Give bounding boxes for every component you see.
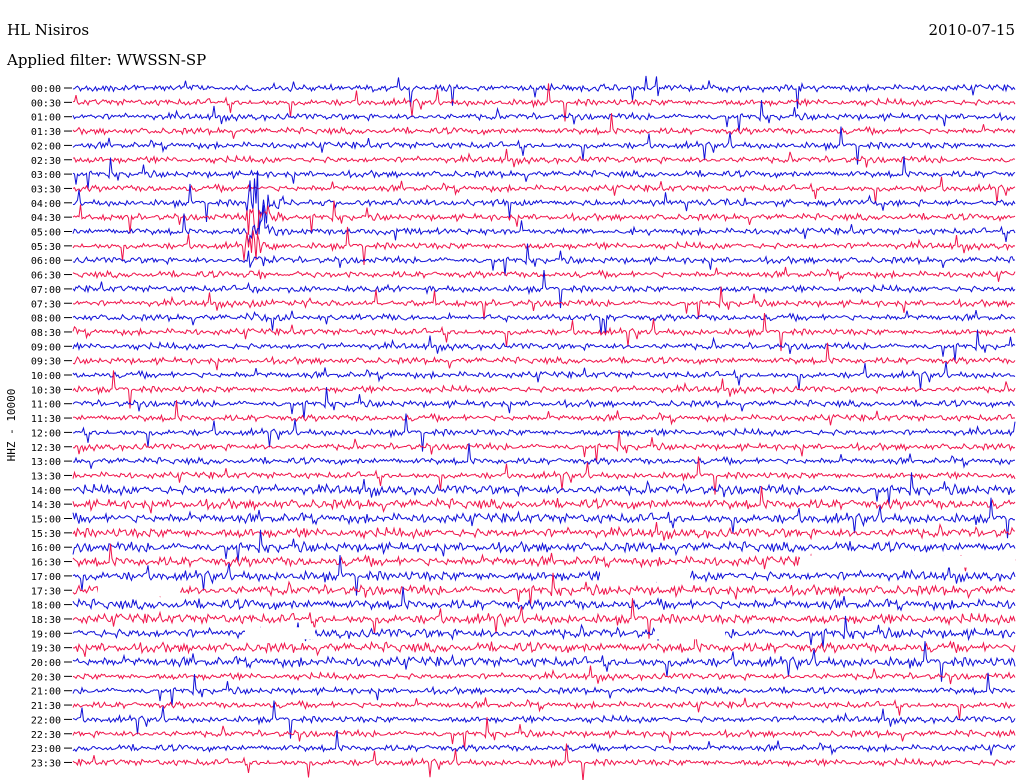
trace-row bbox=[72, 286, 1016, 320]
tick-label: 08:30 bbox=[31, 328, 61, 339]
tick-label: 14:00 bbox=[31, 486, 61, 497]
tick-label: 18:30 bbox=[31, 615, 61, 626]
trace-row bbox=[72, 615, 1016, 649]
tick-label: 16:00 bbox=[31, 543, 61, 554]
tick-label: 11:30 bbox=[31, 414, 61, 425]
tick-label: 00:00 bbox=[31, 84, 61, 95]
tick-label: 06:00 bbox=[31, 256, 61, 267]
trace-row bbox=[72, 342, 1016, 371]
tick-label: 23:00 bbox=[31, 744, 61, 755]
tick-label: 22:30 bbox=[31, 730, 61, 741]
trace-row bbox=[72, 672, 1016, 707]
data-gap bbox=[600, 569, 690, 582]
trace-row bbox=[72, 75, 1016, 109]
tick-label: 12:30 bbox=[31, 443, 61, 454]
data-gap bbox=[800, 555, 1015, 568]
trace-row bbox=[72, 148, 1016, 168]
tick-label: 21:00 bbox=[31, 687, 61, 698]
trace-rows bbox=[72, 75, 1016, 780]
tick-label: 15:30 bbox=[31, 529, 61, 540]
trace-row bbox=[72, 200, 1016, 237]
tick-label: 17:30 bbox=[31, 586, 61, 597]
tick-label: 16:30 bbox=[31, 558, 61, 569]
tick-label: 10:30 bbox=[31, 385, 61, 396]
trace-row bbox=[72, 572, 1016, 606]
tick-label: 04:00 bbox=[31, 199, 61, 210]
data-gap bbox=[98, 584, 180, 597]
tick-label: 14:30 bbox=[31, 500, 61, 511]
time-tick-labels: 00:00 00:30 01:00 01:30 02:00 02:30 03:00 03:30… bbox=[31, 84, 72, 769]
tick-label: 11:00 bbox=[31, 400, 61, 411]
tick-label: 07:00 bbox=[31, 285, 61, 296]
trace-row bbox=[72, 361, 1016, 390]
tick-label: 02:00 bbox=[31, 141, 61, 152]
tick-label: 03:00 bbox=[31, 170, 61, 181]
tick-label: 23:30 bbox=[31, 758, 61, 769]
tick-label: 05:00 bbox=[31, 228, 61, 239]
tick-label: 08:00 bbox=[31, 314, 61, 325]
tick-label: 13:00 bbox=[31, 457, 61, 468]
trace-row bbox=[72, 205, 1016, 244]
tick-label: 01:00 bbox=[31, 113, 61, 124]
trace-row bbox=[72, 629, 1016, 657]
trace-row bbox=[72, 387, 1015, 420]
tick-label: 17:00 bbox=[31, 572, 61, 583]
tick-label: 05:30 bbox=[31, 242, 61, 253]
tick-label: 10:00 bbox=[31, 371, 61, 382]
tick-label: 15:00 bbox=[31, 515, 61, 526]
tick-label: 07:30 bbox=[31, 299, 61, 310]
tick-label: 12:00 bbox=[31, 428, 61, 439]
tick-label: 22:00 bbox=[31, 715, 61, 726]
tick-label: 06:30 bbox=[31, 271, 61, 282]
trace-row bbox=[72, 176, 1016, 204]
tick-label: 19:30 bbox=[31, 644, 61, 655]
tick-label: 20:00 bbox=[31, 658, 61, 669]
trace-row bbox=[72, 717, 1016, 750]
tick-label: 13:30 bbox=[31, 471, 61, 482]
trace-row bbox=[72, 170, 1016, 235]
tick-label: 09:30 bbox=[31, 357, 61, 368]
tick-label: 20:30 bbox=[31, 672, 61, 683]
tick-label: 21:30 bbox=[31, 701, 61, 712]
y-axis-label: HHZ - 10000 bbox=[5, 389, 18, 462]
tick-label: 19:00 bbox=[31, 629, 61, 640]
trace-row bbox=[72, 522, 1016, 541]
trace-row bbox=[72, 665, 1016, 685]
seismogram-plot: 00:00 00:30 01:00 01:30 02:00 02:30 03:00 03:30… bbox=[5, 75, 1016, 780]
tick-label: 03:30 bbox=[31, 184, 61, 195]
tick-label: 00:30 bbox=[31, 98, 61, 109]
data-gap bbox=[655, 627, 725, 640]
tick-label: 18:00 bbox=[31, 601, 61, 612]
tick-label: 02:30 bbox=[31, 156, 61, 167]
tick-label: 09:00 bbox=[31, 342, 61, 353]
data-gap bbox=[245, 627, 315, 640]
tick-label: 01:30 bbox=[31, 127, 61, 138]
tick-label: 04:30 bbox=[31, 213, 61, 224]
